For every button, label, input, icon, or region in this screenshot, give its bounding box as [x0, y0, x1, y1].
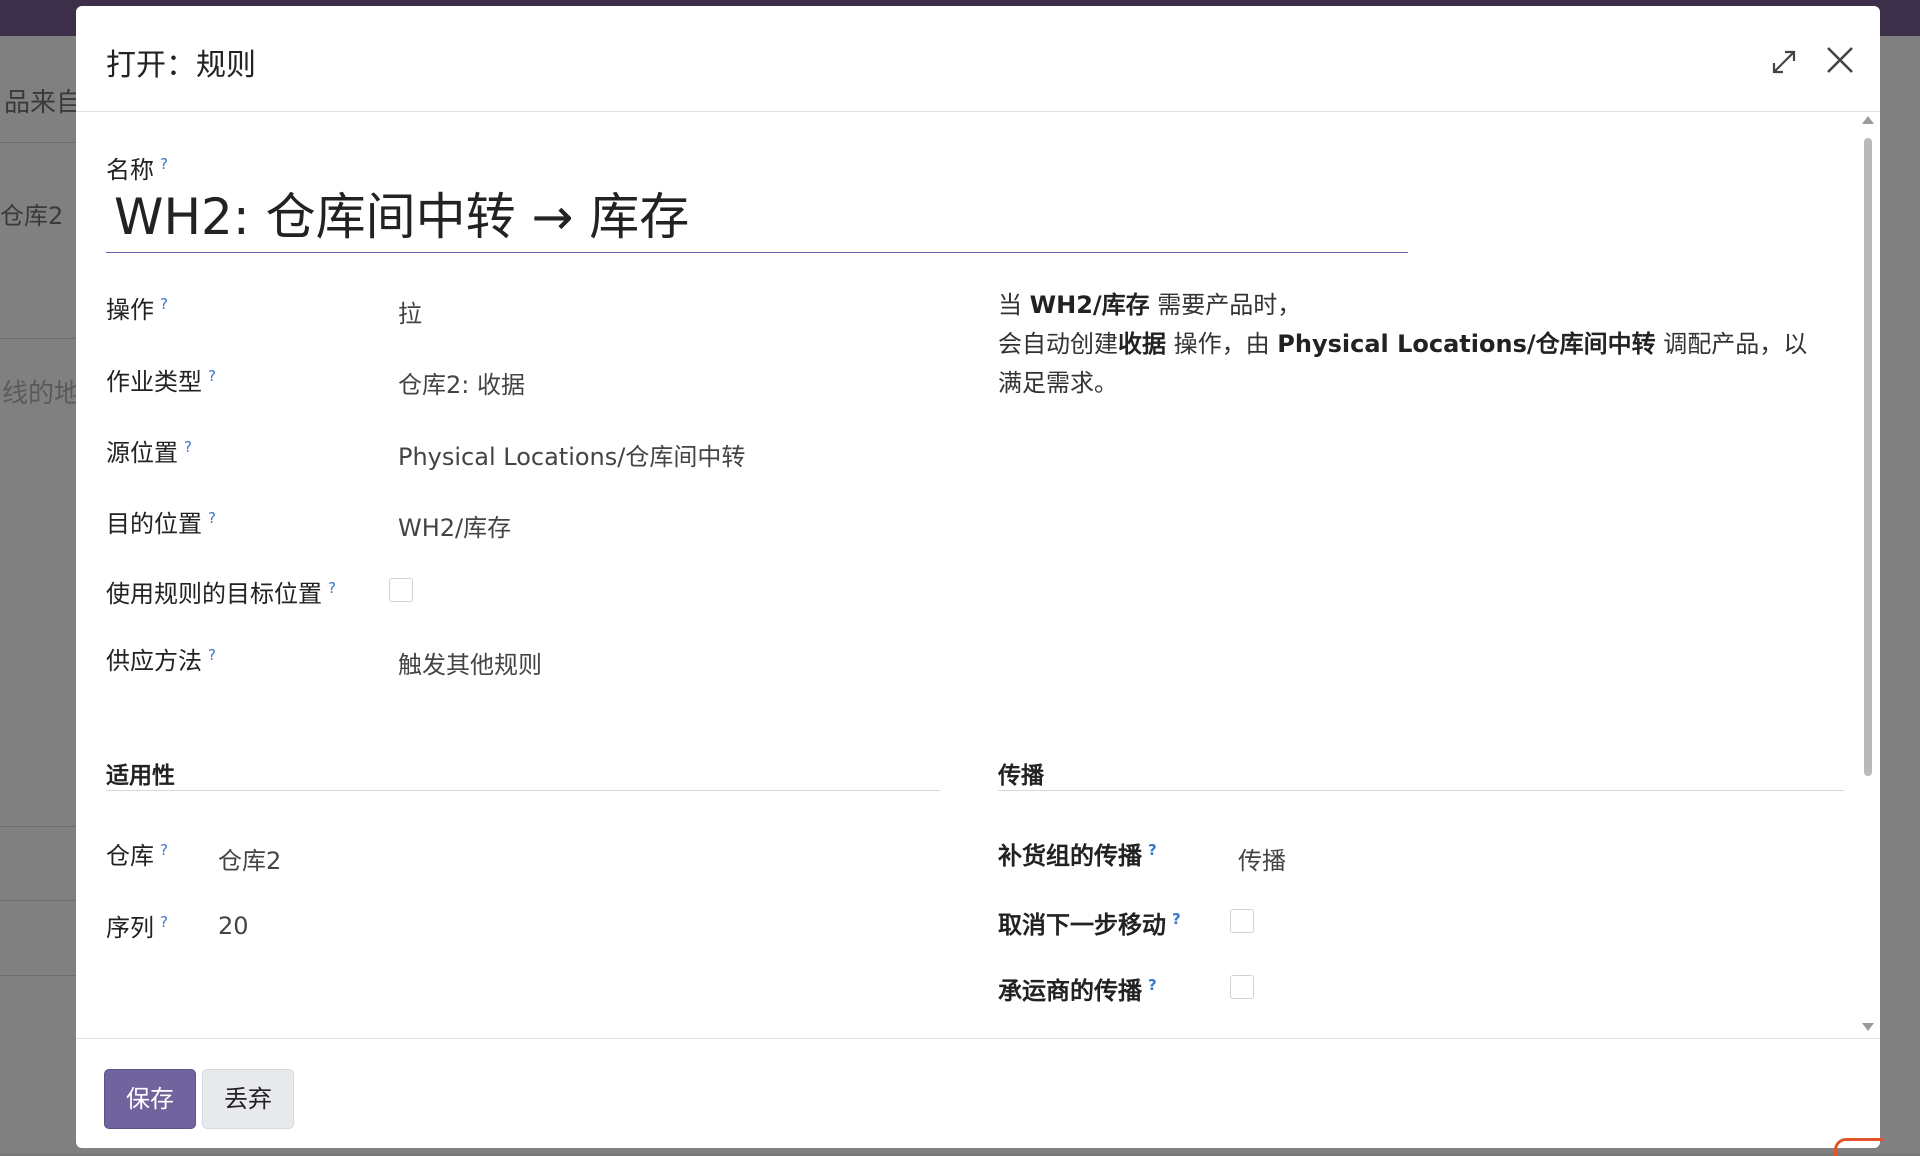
- help-icon[interactable]: ?: [1148, 841, 1157, 859]
- background-text: 线的地: [2, 379, 81, 409]
- dialog-footer: 保存 丢弃: [76, 1038, 1880, 1148]
- group-propagation-label: 补货组的传播?: [998, 841, 1157, 870]
- help-icon[interactable]: ?: [1148, 976, 1157, 994]
- scrollbar-thumb[interactable]: [1864, 138, 1872, 776]
- background-divider: [0, 142, 76, 143]
- background-text: 品来自: [4, 88, 83, 118]
- background-text: 仓库2: [0, 202, 64, 230]
- sequence-field[interactable]: 20: [218, 912, 249, 940]
- scroll-up-icon[interactable]: [1862, 116, 1874, 124]
- carrier-propagation-checkbox[interactable]: [1230, 975, 1254, 999]
- close-icon[interactable]: [1820, 40, 1860, 80]
- name-field[interactable]: WH2: 仓库间中转 → 库存: [106, 182, 1408, 253]
- dialog-body: 名称? WH2: 仓库间中转 → 库存 操作? 拉 作业类型? 仓库2: 收据 …: [76, 112, 1880, 1038]
- background-divider: [0, 338, 76, 339]
- section-divider: [106, 790, 940, 791]
- cancel-next-move-checkbox[interactable]: [1230, 909, 1254, 933]
- dialog-header: 打开：规则: [76, 6, 1880, 112]
- carrier-propagation-label: 承运商的传播?: [998, 976, 1157, 1005]
- operation-field[interactable]: 拉: [398, 294, 422, 329]
- help-icon[interactable]: ?: [208, 646, 216, 664]
- source-location-label: 源位置?: [106, 438, 192, 467]
- background-divider: [0, 900, 76, 901]
- rule-dialog: 打开：规则 名称? WH2: 仓库间中转 → 库存 操作? 拉 作业类型? 仓库…: [76, 6, 1880, 1148]
- use-rule-destination-label: 使用规则的目标位置?: [106, 579, 336, 608]
- background-divider: [0, 826, 76, 827]
- discard-button[interactable]: 丢弃: [202, 1069, 294, 1129]
- destination-location-field[interactable]: WH2/库存: [398, 508, 511, 543]
- source-location-field[interactable]: Physical Locations/仓库间中转: [398, 437, 745, 472]
- help-icon[interactable]: ?: [208, 509, 216, 527]
- supply-method-field[interactable]: 触发其他规则: [398, 645, 542, 680]
- sequence-label: 序列?: [106, 913, 168, 942]
- supply-method-label: 供应方法?: [106, 646, 216, 675]
- operation-type-label: 作业类型?: [106, 367, 216, 396]
- cancel-next-move-label: 取消下一步移动?: [998, 910, 1181, 939]
- scroll-down-icon[interactable]: [1862, 1023, 1874, 1031]
- warehouse-label: 仓库?: [106, 841, 168, 870]
- help-icon[interactable]: ?: [160, 155, 168, 173]
- group-propagation-field[interactable]: 传播: [1238, 841, 1286, 876]
- background-divider: [0, 975, 76, 976]
- operation-type-field[interactable]: 仓库2: 收据: [398, 365, 525, 400]
- rule-description: 当 WH2/库存 需要产品时， 会自动创建收据 操作，由 Physical Lo…: [998, 291, 1808, 397]
- propagation-section-title: 传播: [998, 763, 1044, 789]
- help-icon[interactable]: ?: [184, 438, 192, 456]
- save-button[interactable]: 保存: [104, 1069, 196, 1129]
- warehouse-field[interactable]: 仓库2: [218, 841, 281, 876]
- applicability-section-title: 适用性: [106, 763, 175, 789]
- help-icon[interactable]: ?: [160, 913, 168, 931]
- help-icon[interactable]: ?: [208, 367, 216, 385]
- destination-location-label: 目的位置?: [106, 509, 216, 538]
- help-icon[interactable]: ?: [328, 579, 336, 597]
- help-icon[interactable]: ?: [160, 295, 168, 313]
- vertical-scrollbar[interactable]: [1862, 116, 1874, 1031]
- help-icon[interactable]: ?: [1172, 910, 1181, 928]
- section-divider: [998, 790, 1844, 791]
- use-rule-destination-checkbox[interactable]: [389, 578, 413, 602]
- expand-icon[interactable]: [1766, 44, 1802, 80]
- operation-label: 操作?: [106, 295, 168, 324]
- corner-logo-icon: [1834, 1138, 1883, 1156]
- help-icon[interactable]: ?: [160, 841, 168, 859]
- name-label: 名称?: [106, 155, 168, 184]
- dialog-title: 打开：规则: [106, 48, 256, 83]
